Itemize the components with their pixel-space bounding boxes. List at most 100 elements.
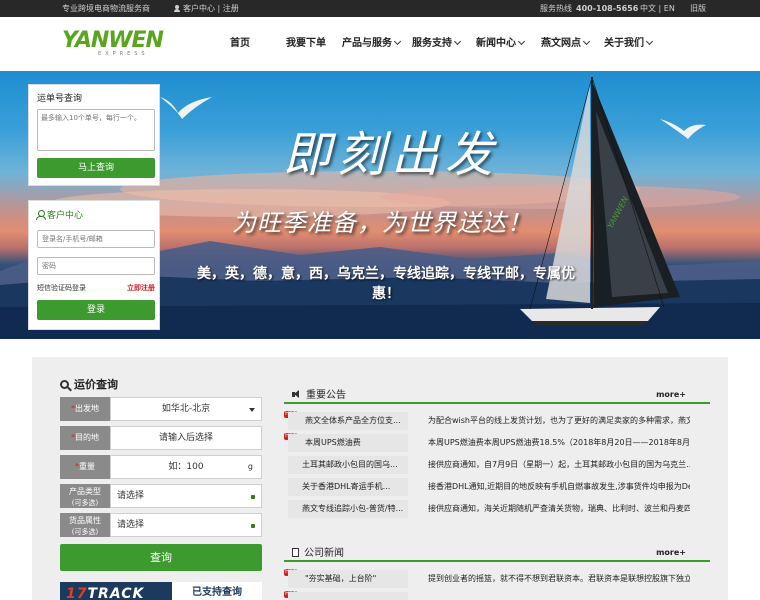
- list-item-title[interactable]: 土耳其邮政小包目的国乌...: [288, 456, 408, 474]
- chevron-down-icon: [517, 37, 526, 46]
- nav-item-1[interactable]: 我要下单: [286, 17, 326, 71]
- caret-down-icon: [249, 408, 255, 412]
- nav-item-5[interactable]: 燕文网点: [541, 17, 591, 71]
- customer-title: 客户中心: [36, 208, 83, 221]
- document-icon: [292, 548, 299, 557]
- nav-item-6[interactable]: 关于我们: [604, 17, 654, 71]
- notices-header: 重要公告 more+: [284, 382, 710, 404]
- list-item[interactable]: HOT本周UPS燃油费本周UPS燃油费本周UPS燃油费18.5%（2018年8月…: [284, 432, 710, 454]
- dropdown-icon: [251, 495, 255, 499]
- goods-attr-row: 货品属性 (可多选) 请选择: [60, 513, 262, 537]
- rate-query-button[interactable]: 查询: [60, 544, 262, 571]
- list-item-summary[interactable]: 提到创业者的摇篮，就不得不想到君联资本。君联资本是联想控股旗下独立...: [428, 570, 690, 588]
- nav-item-label: 关于我们: [604, 38, 644, 49]
- list-item-title-text: "夯实基础，上台阶": [305, 574, 377, 583]
- destination-label: *目的地: [60, 426, 110, 450]
- list-item-summary[interactable]: 接供应商通知，海关近期随机严查清关货物，瑞典、比利时、波兰和丹麦四...: [428, 500, 690, 518]
- tracking-title: 运单号查询: [37, 94, 83, 104]
- rate-title-text: 运价查询: [74, 378, 118, 391]
- list-item-title[interactable]: 燕文全体系产品全方位支...: [288, 412, 408, 430]
- product-type-label-text: 产品类型: [69, 487, 101, 496]
- list-item-summary[interactable]: 本周UPS燃油费本周UPS燃油费18.5%（2018年8月20日——2018年8…: [428, 434, 690, 452]
- origin-value: 如华北-北京: [161, 404, 211, 414]
- customer-login-box: 客户中心 短信验证码登录 立即注册 登录: [28, 200, 160, 330]
- chevron-down-icon: [645, 37, 654, 46]
- user-icon: [36, 210, 46, 220]
- origin-select[interactable]: 如华北-北京: [110, 397, 262, 421]
- list-item[interactable]: HOT: [284, 590, 710, 600]
- destination-label-text: 目的地: [75, 433, 99, 442]
- speaker-icon: [292, 390, 302, 399]
- list-item[interactable]: 土耳其邮政小包目的国乌... 接供应商通知，自7月9日（星期一）起，土耳其邮政小包…: [284, 454, 710, 476]
- nav-item-label: 新闻中心: [476, 38, 516, 49]
- user-links-text: 客户中心 | 注册: [183, 4, 239, 13]
- header: YANWEN EXPRESS 首页 我要下单 产品与服务 服务支持 新闻中心 燕文网点 关于…: [0, 17, 760, 71]
- nav-item-2[interactable]: 产品与服务: [342, 17, 402, 71]
- chevron-down-icon: [582, 37, 591, 46]
- goods-attr-select[interactable]: 请选择: [110, 513, 262, 537]
- notices-more-link[interactable]: more+: [656, 390, 686, 399]
- destination-row: *目的地 请输入后选择: [60, 426, 262, 450]
- list-item[interactable]: HOT"夯实基础，上台阶"提到创业者的摇篮，就不得不想到君联资本。君联资本是联想…: [284, 568, 710, 590]
- goods-attr-value: 请选择: [117, 520, 145, 530]
- origin-row: *出发地 如华北-北京: [60, 397, 262, 421]
- list-item-summary[interactable]: [428, 592, 690, 600]
- list-item-summary[interactable]: 接香港DHL通知,近期目的地反映有手机自燃事故发生,涉事货件均申报为Def...: [428, 478, 690, 496]
- list-item[interactable]: 燕文专线追踪小包-普货/特... 接供应商通知，海关近期随机严查清关货物，瑞典、比…: [284, 498, 710, 520]
- password-input[interactable]: [37, 257, 155, 275]
- username-input[interactable]: [37, 230, 155, 248]
- nav-item-0[interactable]: 首页: [230, 17, 250, 71]
- nav-item-4[interactable]: 新闻中心: [476, 17, 526, 71]
- login-button[interactable]: 登录: [37, 300, 155, 320]
- destination-input[interactable]: 请输入后选择: [110, 426, 262, 450]
- news-title: 公司新闻: [292, 544, 344, 559]
- 17track-text: 已支持查询: [172, 582, 262, 600]
- weight-label-text: 重量: [79, 462, 95, 471]
- chevron-down-icon: [453, 37, 462, 46]
- product-type-value: 请选择: [117, 491, 145, 501]
- goods-attr-label: 货品属性 (可多选): [60, 513, 110, 537]
- tracking-query-button[interactable]: 马上查询: [37, 158, 155, 178]
- yanwen-logo[interactable]: YANWEN EXPRESS: [62, 29, 166, 63]
- customer-center-link[interactable]: 客户中心 | 注册: [174, 3, 239, 14]
- weight-unit: g: [247, 462, 253, 471]
- list-item-title[interactable]: 关于香港DHL寄运手机...: [288, 478, 408, 496]
- 17track-banner[interactable]: 17TRACK 已支持查询: [60, 582, 262, 600]
- list-item-title-text: 燕文全体系产品全方位支...: [305, 416, 401, 425]
- dropdown-icon: [251, 524, 255, 528]
- register-link[interactable]: 立即注册: [127, 283, 155, 293]
- sms-login-link[interactable]: 短信验证码登录: [37, 283, 86, 293]
- list-item[interactable]: 关于香港DHL寄运手机... 接香港DHL通知,近期目的地反映有手机自燃事故发生,…: [284, 476, 710, 498]
- notices-list: HOT燕文全体系产品全方位支...为配合wish平台的线上发货计划，也为了更好的…: [284, 410, 710, 520]
- news-more-link[interactable]: more+: [656, 548, 686, 557]
- chevron-down-icon: [393, 37, 402, 46]
- tracking-query-box: 运单号查询 马上查询: [28, 84, 160, 186]
- weight-row: *重量 如：100 g: [60, 455, 262, 479]
- list-item-title-text: 关于香港DHL寄运手机...: [302, 482, 391, 491]
- search-icon: [60, 380, 69, 389]
- list-item-title[interactable]: 燕文专线追踪小包-普货/特...: [288, 500, 408, 518]
- list-item-title[interactable]: [288, 592, 408, 600]
- list-item-summary[interactable]: 接供应商通知，自7月9日（星期一）起，土耳其邮政小包目的国为乌克兰...: [428, 456, 690, 474]
- weight-input[interactable]: 如：100 g: [110, 455, 262, 479]
- nav-item-label: 我要下单: [286, 38, 326, 49]
- list-item[interactable]: HOT燕文全体系产品全方位支...为配合wish平台的线上发货计划，也为了更好的…: [284, 410, 710, 432]
- banner-subtitle: 为旺季准备，为世界送达！: [232, 209, 532, 237]
- list-item-title[interactable]: "夯实基础，上台阶": [288, 570, 408, 588]
- old-site-link[interactable]: 旧版: [690, 3, 706, 14]
- nav-item-3[interactable]: 服务支持: [412, 17, 462, 71]
- top-bar: 专业跨境电商物流服务商 客户中心 | 注册 服务热线 400-108-5656 中…: [0, 0, 760, 17]
- notices-title: 重要公告: [292, 386, 346, 401]
- banner-features: 美，英，德，意，西，乌克兰，专线追踪，专线平邮，专属优惠！: [197, 266, 575, 302]
- product-type-label: 产品类型 (可多选): [60, 484, 110, 508]
- language-switch[interactable]: 中文 | EN: [640, 3, 675, 14]
- customer-title-text: 客户中心: [47, 211, 84, 221]
- tracking-number-input[interactable]: [37, 109, 155, 151]
- user-icon: [174, 5, 180, 12]
- hotline: 服务热线 400-108-5656: [540, 3, 638, 14]
- news-list: HOT "夯实基础，上台阶" 提到创业者的摇篮，就不得不想到君联资本。君联资本是联想…: [284, 568, 710, 600]
- list-item-title[interactable]: 本周UPS燃油费: [288, 434, 408, 452]
- product-type-select[interactable]: 请选择: [110, 484, 262, 508]
- list-item-title-text: 燕文专线追踪小包-普货/特...: [302, 504, 404, 513]
- list-item-summary[interactable]: 为配合wish平台的线上发货计划，也为了更好的满足卖家的多种需求，燕文...: [428, 412, 690, 430]
